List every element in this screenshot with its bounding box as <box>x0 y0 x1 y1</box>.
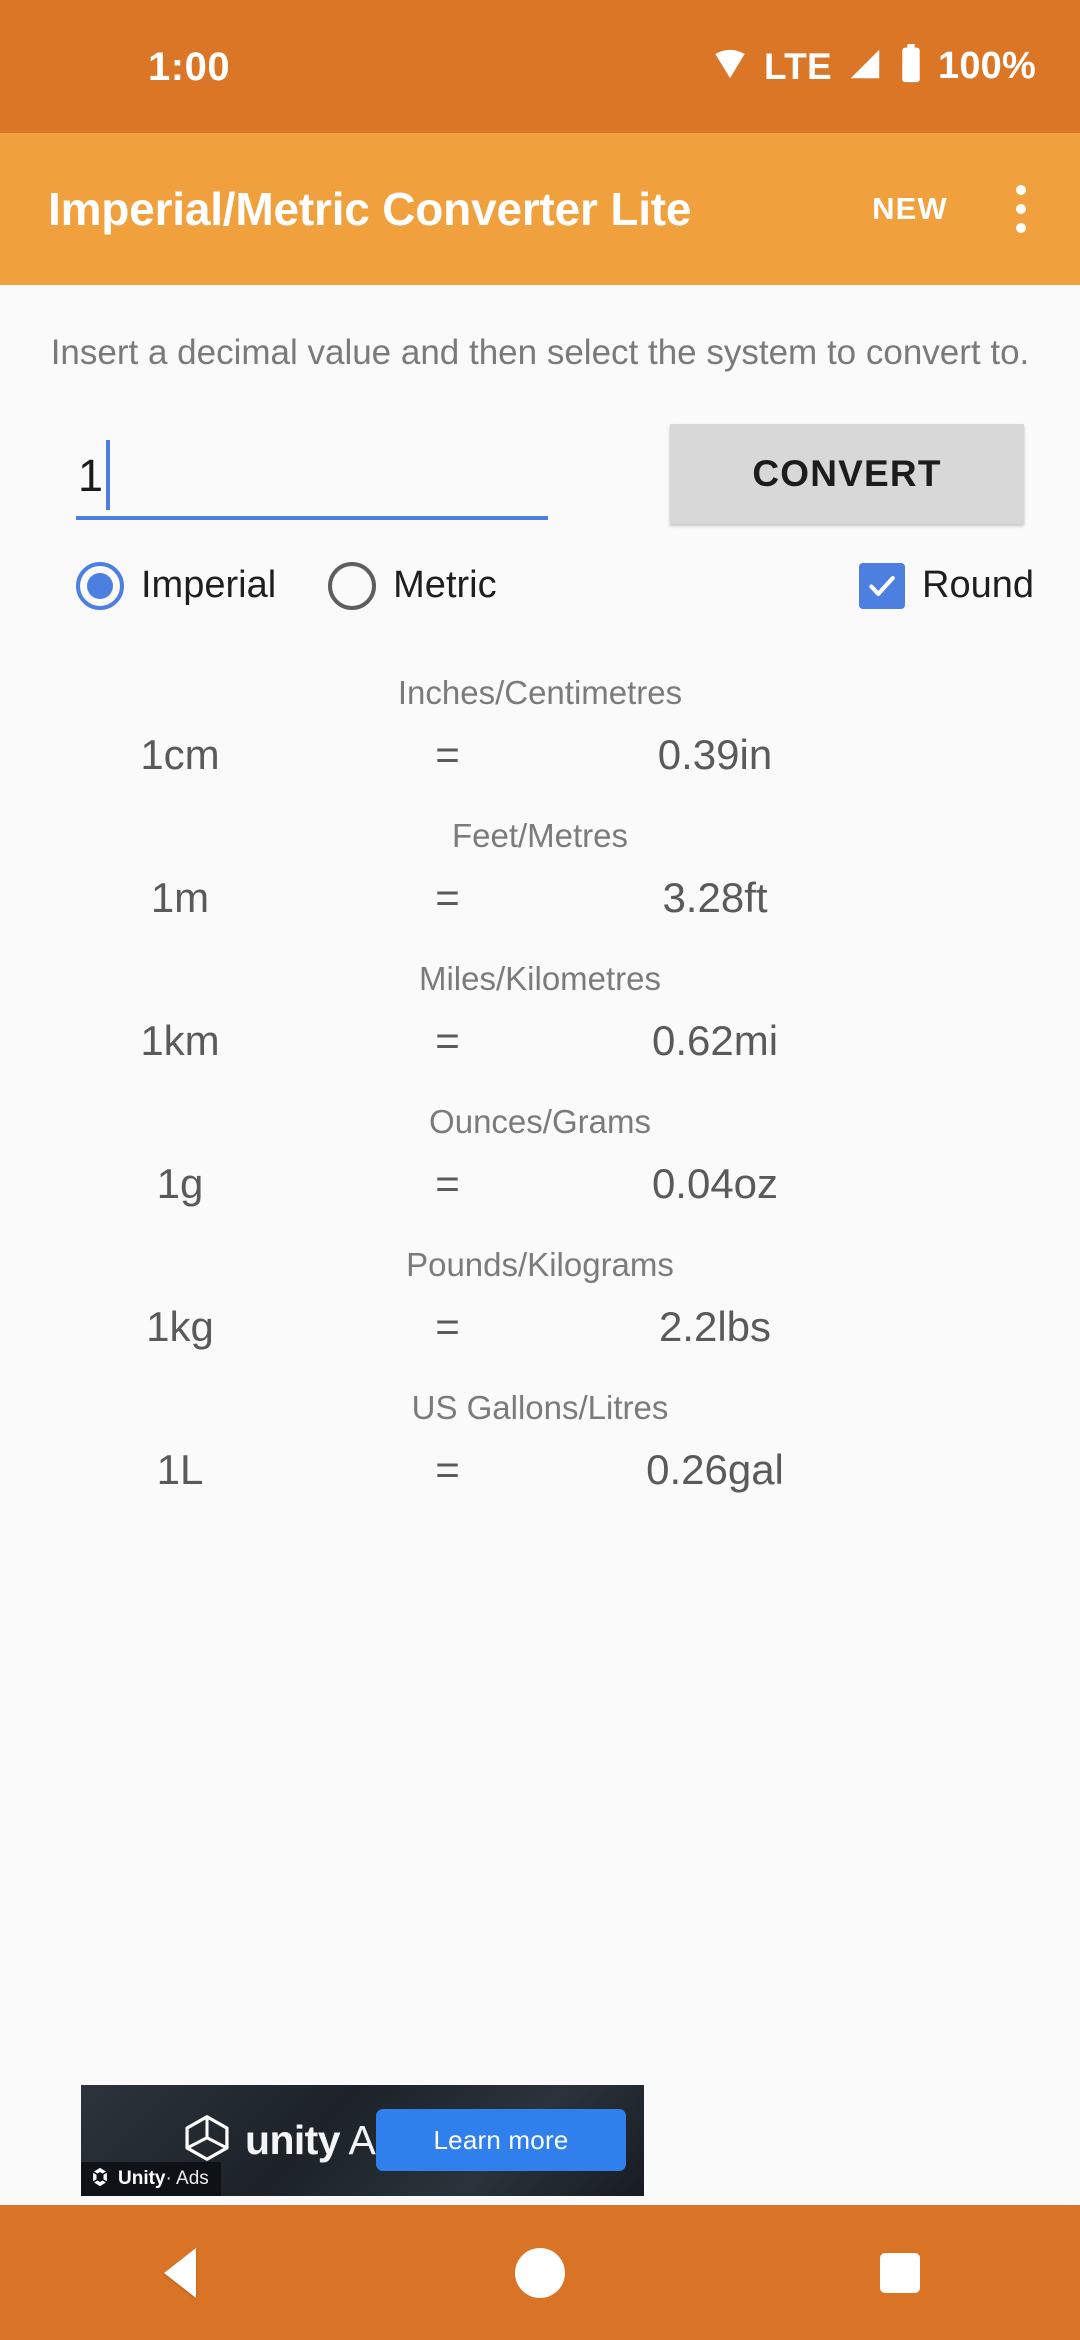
overflow-dot <box>1016 204 1026 214</box>
conversion-row: 1cm = 0.39in <box>0 709 1080 803</box>
input-row: 1 CONVERT <box>76 423 1024 524</box>
conversion-group: Ounces/Grams 1g = 0.04oz <box>0 1093 1080 1232</box>
conversion-group-title: US Gallons/Litres <box>411 1388 669 1426</box>
conversion-group: Inches/Centimetres 1cm = 0.39in <box>0 664 1080 803</box>
home-circle-icon <box>515 2247 565 2298</box>
ad-badge-text: Unity· Ads <box>118 2168 209 2190</box>
value-input[interactable]: 1 <box>76 424 548 520</box>
conversion-from: 1g <box>156 1159 204 1207</box>
ad-banner[interactable]: unity Ads Learn more Unity· Ads <box>81 2085 644 2196</box>
checkbox-round-label: Round <box>922 564 1034 607</box>
conversion-group: Feet/Metres 1m = 3.28ft <box>0 807 1080 946</box>
conversion-equals: = <box>435 1016 460 1064</box>
ad-attribution-badge: Unity· Ads <box>81 2162 221 2196</box>
text-cursor <box>106 439 110 510</box>
recents-square-icon <box>880 2252 920 2293</box>
conversion-results: Inches/Centimetres 1cm = 0.39in Feet/Met… <box>0 664 1080 1518</box>
radio-imperial[interactable]: Imperial <box>76 561 277 610</box>
conversion-to: 0.62mi <box>651 1016 779 1064</box>
battery-percent-label: 100% <box>938 45 1036 87</box>
conversion-equals: = <box>435 1445 460 1493</box>
wifi-icon <box>710 44 750 89</box>
radio-metric-label: Metric <box>393 564 497 607</box>
battery-full-icon <box>898 44 924 89</box>
conversion-from: 1L <box>156 1445 204 1493</box>
conversion-group-title: Pounds/Kilograms <box>406 1245 674 1283</box>
conversion-to: 2.2lbs <box>658 1302 772 1350</box>
instruction-text: Insert a decimal value and then select t… <box>50 333 1030 372</box>
nav-recents-button[interactable] <box>825 2205 975 2340</box>
conversion-equals: = <box>435 730 460 778</box>
conversion-row: 1L = 0.26gal <box>0 1424 1080 1518</box>
conversion-to: 0.39in <box>657 730 773 778</box>
navigation-bar <box>0 2205 1080 2340</box>
overflow-dot <box>1016 185 1026 195</box>
conversion-row: 1km = 0.62mi <box>0 995 1080 1089</box>
conversion-group-title: Inches/Centimetres <box>397 673 683 711</box>
conversion-equals: = <box>435 1302 460 1350</box>
radio-dot <box>87 572 113 599</box>
conversion-equals: = <box>435 873 460 921</box>
convert-button[interactable]: CONVERT <box>670 423 1024 524</box>
page-title: Imperial/Metric Converter Lite <box>48 183 692 235</box>
learn-more-button[interactable]: Learn more <box>376 2109 626 2171</box>
value-input-text: 1 <box>78 449 104 501</box>
overflow-dot <box>1016 223 1026 233</box>
conversion-group: Pounds/Kilograms 1kg = 2.2lbs <box>0 1236 1080 1375</box>
nav-back-button[interactable] <box>105 2205 255 2340</box>
radio-unselected-icon <box>328 561 377 610</box>
conversion-to: 0.04oz <box>651 1159 779 1207</box>
phone-screen: 1:00 LTE 100% Imperial/Metric Converter … <box>0 0 1080 2340</box>
conversion-equals: = <box>435 1159 460 1207</box>
ad-badge-light: · Ads <box>165 2168 209 2189</box>
options-row: Imperial Metric Round <box>76 561 1034 610</box>
conversion-to: 3.28ft <box>662 873 768 921</box>
status-bar: 1:00 LTE 100% <box>0 0 1080 133</box>
radio-imperial-label: Imperial <box>141 564 277 607</box>
status-clock: 1:00 <box>148 44 231 89</box>
conversion-from: 1km <box>140 1016 220 1064</box>
conversion-group: US Gallons/Litres 1L = 0.26gal <box>0 1379 1080 1518</box>
conversion-to: 0.26gal <box>646 1445 784 1493</box>
unity-logo-icon <box>89 2166 111 2193</box>
unity-cube-icon <box>181 2112 233 2169</box>
conversion-row: 1kg = 2.2lbs <box>0 1281 1080 1375</box>
conversion-group-title: Ounces/Grams <box>429 1102 651 1140</box>
unity-brand-bold: unity <box>245 2117 341 2163</box>
app-bar: Imperial/Metric Converter Lite NEW <box>0 133 1080 285</box>
nav-home-button[interactable] <box>465 2205 615 2340</box>
conversion-group: Miles/Kilometres 1km = 0.62mi <box>0 950 1080 1089</box>
back-triangle-icon <box>164 2247 196 2298</box>
conversion-row: 1g = 0.04oz <box>0 1138 1080 1232</box>
checkbox-checked-icon <box>859 562 906 609</box>
conversion-group-title: Miles/Kilometres <box>418 959 662 997</box>
new-action-button[interactable]: NEW <box>872 191 948 227</box>
conversion-group-title: Feet/Metres <box>451 816 629 854</box>
main-content: Insert a decimal value and then select t… <box>0 285 1080 1522</box>
conversion-row: 1m = 3.28ft <box>0 852 1080 946</box>
status-icons: LTE 100% <box>710 44 1036 89</box>
conversion-from: 1cm <box>140 730 220 778</box>
cell-signal-icon <box>846 45 884 88</box>
conversion-from: 1m <box>150 873 210 921</box>
conversion-from: 1kg <box>146 1302 214 1350</box>
checkbox-round[interactable]: Round <box>859 562 1034 609</box>
network-type-label: LTE <box>763 45 832 87</box>
radio-metric[interactable]: Metric <box>328 561 497 610</box>
ad-badge-bold: Unity <box>118 2168 166 2189</box>
overflow-menu-icon[interactable] <box>992 161 1050 257</box>
radio-selected-icon <box>76 561 124 610</box>
